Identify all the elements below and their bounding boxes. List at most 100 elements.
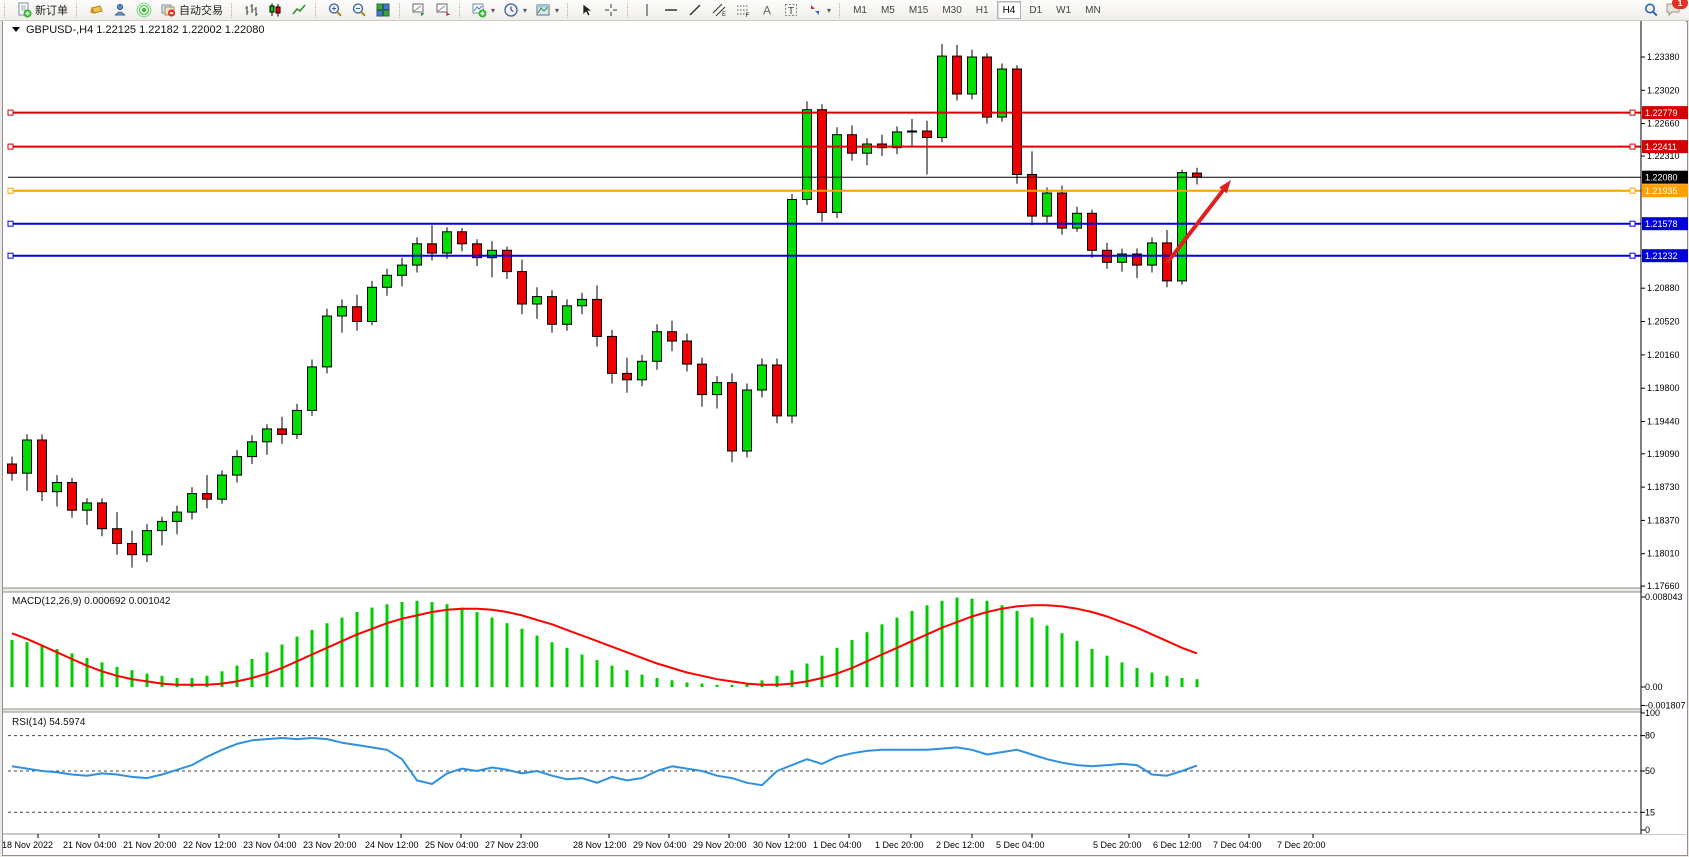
candle-bull: [398, 265, 407, 275]
tf-button-d1[interactable]: D1: [1023, 1, 1048, 19]
line-handle[interactable]: [8, 253, 13, 258]
candle-bull: [248, 442, 257, 457]
line-handle[interactable]: [1630, 221, 1635, 226]
tf-button-m1[interactable]: M1: [847, 1, 873, 19]
candle-bull: [938, 56, 947, 137]
macd-histogram-bar: [266, 652, 269, 687]
tf-button-m5[interactable]: M5: [875, 1, 901, 19]
toolbar: 新订单 自动交易: [0, 0, 1689, 21]
candle-bear: [38, 440, 47, 492]
line-handle[interactable]: [1630, 253, 1635, 258]
toolbar-group-handle: [76, 3, 81, 18]
crosshair-tool-button[interactable]: [599, 0, 623, 20]
candle-bull: [713, 383, 722, 395]
templates-button[interactable]: ▾: [531, 0, 563, 20]
trendline-tool-button[interactable]: [683, 0, 707, 20]
price-badge-label: 1.22779: [1645, 108, 1678, 118]
macd-histogram-bar: [956, 598, 959, 688]
search-icon[interactable]: [1643, 2, 1659, 18]
chevron-down-icon[interactable]: ▾: [555, 6, 559, 15]
new-order-button[interactable]: 新订单: [12, 0, 72, 20]
tile-windows-icon: [375, 2, 391, 18]
time-tick-label: 27 Nov 23:00: [485, 840, 539, 850]
toolbar-group-handle: [315, 3, 320, 18]
tf-button-m15[interactable]: M15: [903, 1, 934, 19]
fibonacci-tool-button[interactable]: F: [731, 0, 755, 20]
label-tool-button[interactable]: T: [779, 0, 803, 20]
channel-tool-button[interactable]: E: [707, 0, 731, 20]
time-tick-label: 1 Dec 04:00: [813, 840, 862, 850]
macd-histogram-bar: [611, 666, 614, 687]
macd-histogram-bar: [461, 608, 464, 687]
horizontal-line-tool-button[interactable]: [659, 0, 683, 20]
macd-histogram-bar: [341, 618, 344, 687]
macd-histogram-bar: [716, 685, 719, 687]
signals-button[interactable]: [132, 0, 156, 20]
macd-histogram-bar: [806, 664, 809, 688]
macd-histogram-bar: [401, 602, 404, 687]
pane-splitter[interactable]: [3, 588, 1686, 592]
chart-title: GBPUSD-,H4 1.22125 1.22182 1.22002 1.220…: [26, 24, 265, 36]
line-handle[interactable]: [8, 188, 13, 193]
candle-bull: [83, 503, 92, 510]
candle-bull: [908, 131, 917, 132]
autotrading-button[interactable]: 自动交易: [156, 0, 227, 20]
macd-histogram-bar: [761, 680, 764, 687]
candle-bull: [443, 232, 452, 253]
tf-button-h4[interactable]: H4: [997, 1, 1022, 19]
zoom-in-button[interactable]: [323, 0, 347, 20]
cursor-tool-button[interactable]: [575, 0, 599, 20]
horizontal-line-icon: [663, 2, 679, 18]
candle-bull: [1148, 243, 1157, 265]
rsi-tick-label: 50: [1645, 766, 1655, 776]
candlestick-chart-button[interactable]: [263, 0, 287, 20]
zoom-out-button[interactable]: [347, 0, 371, 20]
tf-button-m30[interactable]: M30: [936, 1, 967, 19]
macd-histogram-bar: [986, 601, 989, 687]
line-handle[interactable]: [8, 221, 13, 226]
candle-bull: [743, 390, 752, 451]
autotrading-label: 自动交易: [179, 2, 223, 18]
arrows-tool-button[interactable]: ▾: [803, 0, 835, 20]
clock-icon: [503, 2, 519, 18]
macd-tick-label: 0.008043: [1645, 592, 1683, 602]
chevron-down-icon[interactable]: ▾: [491, 6, 495, 15]
macd-histogram-bar: [236, 666, 239, 687]
macd-histogram-bar: [731, 685, 734, 687]
chevron-down-icon[interactable]: ▾: [523, 6, 527, 15]
text-tool-glyph: A: [763, 4, 771, 18]
price-tick-label: 1.22660: [1647, 119, 1680, 129]
price-tick-label: 1.19440: [1647, 417, 1680, 427]
bar-chart-button[interactable]: [239, 0, 263, 20]
text-tool-button[interactable]: A: [755, 0, 779, 20]
line-handle[interactable]: [1630, 188, 1635, 193]
chat-button[interactable]: 1: [1665, 1, 1681, 20]
time-tick-label: 7 Dec 20:00: [1277, 840, 1326, 850]
vertical-line-tool-button[interactable]: [635, 0, 659, 20]
tf-button-w1[interactable]: W1: [1050, 1, 1077, 19]
line-handle[interactable]: [1630, 110, 1635, 115]
candle-bull: [788, 200, 797, 416]
market-button[interactable]: [84, 0, 108, 20]
line-handle[interactable]: [1630, 144, 1635, 149]
macd-histogram-bar: [386, 604, 389, 687]
new-chart-button[interactable]: ▾: [467, 0, 499, 20]
candle-bull: [863, 144, 872, 153]
tile-windows-button[interactable]: [371, 0, 395, 20]
candle-bull: [23, 440, 32, 473]
line-handle[interactable]: [8, 110, 13, 115]
line-chart-button[interactable]: [287, 0, 311, 20]
price-chart[interactable]: 1.233801.230201.226601.223101.208801.205…: [0, 0, 1689, 857]
arrange-windows-button[interactable]: [431, 0, 455, 20]
account-button[interactable]: [108, 0, 132, 20]
cascade-windows-button[interactable]: [407, 0, 431, 20]
candle-bear: [518, 272, 527, 304]
periods-button[interactable]: ▾: [499, 0, 531, 20]
chevron-down-icon[interactable]: ▾: [827, 6, 831, 15]
fibonacci-icon: F: [735, 2, 751, 18]
tf-button-mn[interactable]: MN: [1079, 1, 1107, 19]
macd-histogram-bar: [686, 683, 689, 688]
candle-bear: [1013, 69, 1022, 175]
line-handle[interactable]: [8, 144, 13, 149]
tf-button-h1[interactable]: H1: [970, 1, 995, 19]
